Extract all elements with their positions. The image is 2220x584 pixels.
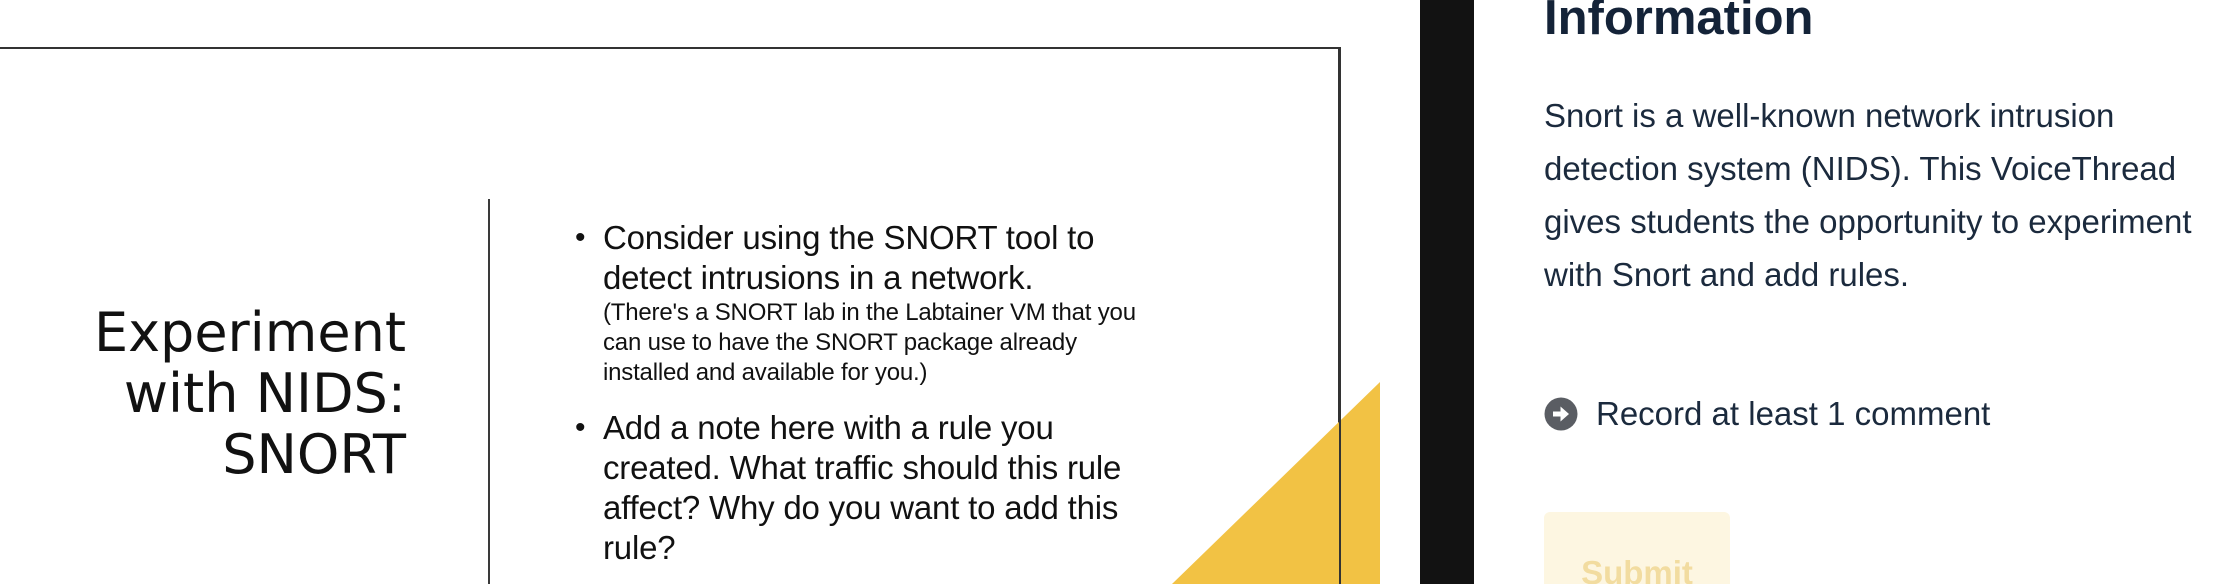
bullet-main-text: Consider using the SNORT tool to detect …: [603, 219, 1095, 296]
info-heading: Information: [1544, 0, 1814, 45]
slide-viewer[interactable]: Experiment with NIDS: SNORT • Consider u…: [0, 0, 1420, 584]
slide-title: Experiment with NIDS: SNORT: [93, 301, 406, 486]
voicethread-window: Experiment with NIDS: SNORT • Consider u…: [0, 0, 2220, 584]
bullet-sub-text: (There's a SNORT lab in the Labtainer VM…: [603, 299, 1136, 386]
bullet-dot: •: [575, 411, 586, 444]
panel-separator: [1420, 0, 1474, 584]
bullet-dot: •: [575, 221, 586, 254]
bullet-main-text: Add a note here with a rule you created.…: [603, 409, 1122, 566]
slide-bullet-item: • Consider using the SNORT tool to detec…: [574, 218, 1154, 388]
slide-bullet-list: • Consider using the SNORT tool to detec…: [574, 218, 1154, 584]
info-description: Snort is a well-known network intrusion …: [1544, 97, 2192, 293]
slide-bullet-item: • Add a note here with a rule you create…: [574, 408, 1154, 568]
requirement-text: Record at least 1 comment: [1596, 395, 1991, 432]
requirement-item: Record at least 1 comment: [1544, 392, 1990, 436]
info-panel: Information Snort is a well-known networ…: [1474, 0, 2220, 584]
slide-divider: [488, 199, 490, 584]
arrow-right-circle-icon: [1544, 397, 1578, 431]
submit-button[interactable]: Submit: [1544, 512, 1730, 584]
